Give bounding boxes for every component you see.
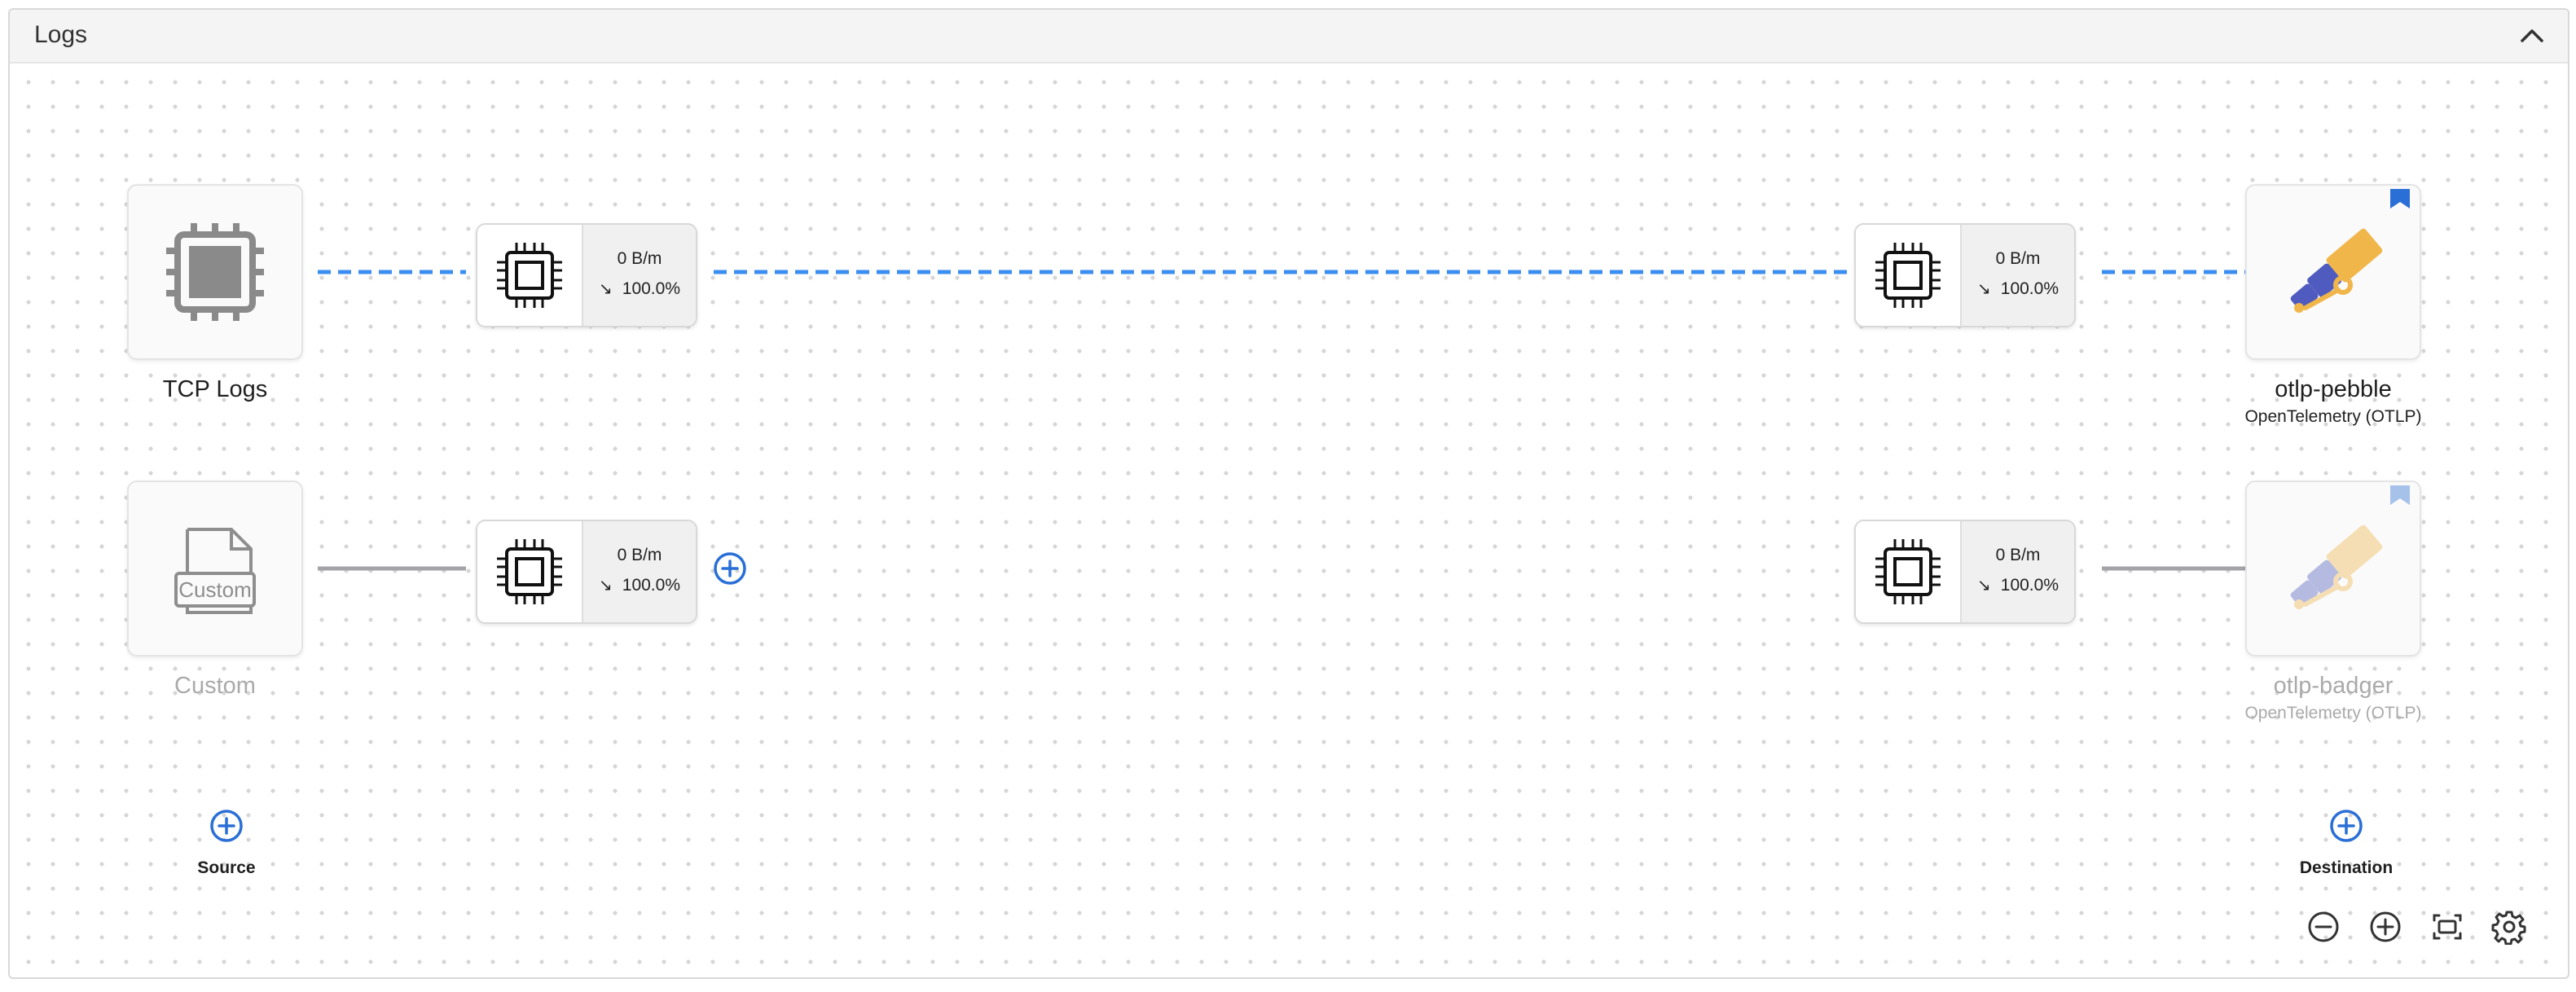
processor-rate: 0 B/m <box>1995 249 2041 268</box>
add-connection-button[interactable] <box>712 551 748 586</box>
processor-rate: 0 B/m <box>617 249 662 268</box>
processor-chip-icon <box>1875 243 1941 308</box>
custom-icon-text: Custom <box>178 577 252 602</box>
pipeline-canvas[interactable]: TCP Logs Custom Custom 0 B/m ↘ 100.0% 0 … <box>10 64 2568 977</box>
processor-chip-icon <box>497 539 562 604</box>
panel-header[interactable]: Logs <box>10 10 2568 64</box>
add-destination-button[interactable] <box>2328 808 2364 844</box>
fit-view-icon <box>2433 914 2462 940</box>
processor-icon-area <box>477 521 582 622</box>
settings-icon <box>2491 911 2526 946</box>
source-name: TCP Logs <box>162 376 268 402</box>
zoom-in-icon <box>2370 911 2401 942</box>
destination-type: OpenTelemetry (OTLP) <box>2244 704 2422 722</box>
processor-percent: 100.0% <box>622 279 680 298</box>
add-source-button[interactable] <box>209 808 244 844</box>
arrow-down-right-icon: ↘ <box>599 577 613 595</box>
telescope-icon <box>2290 189 2410 313</box>
zoom-out-button[interactable] <box>2306 909 2341 945</box>
arrow-down-right-icon: ↘ <box>1977 280 1991 298</box>
processor-percent: 100.0% <box>622 576 680 595</box>
destination-type: OpenTelemetry (OTLP) <box>2244 407 2422 426</box>
processor-percent: 100.0% <box>2000 576 2059 595</box>
logs-panel: Logs TCP Logs Custom Custom 0 B/m ↘ 100.… <box>8 8 2569 979</box>
processor-rate: 0 B/m <box>617 546 662 564</box>
processor-stats: 0 B/m ↘ 100.0% <box>1960 225 2074 326</box>
destination-node-otlp-badger[interactable] <box>2245 481 2421 656</box>
processor-node[interactable]: 0 B/m ↘ 100.0% <box>1854 223 2076 327</box>
plus-circle-icon <box>210 810 243 842</box>
source-node-tcp-logs[interactable] <box>127 184 303 360</box>
custom-file-icon: Custom <box>174 528 256 614</box>
add-destination-label[interactable]: Destination <box>2265 858 2428 878</box>
plus-circle-icon <box>714 552 746 585</box>
source-node-custom[interactable]: Custom <box>127 481 303 656</box>
processor-icon-area <box>477 225 582 326</box>
telescope-icon <box>2290 485 2410 609</box>
arrow-down-right-icon: ↘ <box>599 280 613 298</box>
zoom-out-icon <box>2308 911 2339 942</box>
destination-name: otlp-pebble <box>2275 376 2392 402</box>
chevron-up-icon <box>2521 29 2543 42</box>
arrow-down-right-icon: ↘ <box>1977 577 1991 595</box>
cpu-chip-icon <box>166 223 264 321</box>
processor-node[interactable]: 0 B/m ↘ 100.0% <box>476 520 697 624</box>
settings-button[interactable] <box>2491 909 2527 946</box>
collapse-button[interactable] <box>2516 20 2548 52</box>
bookmark-icon <box>2390 485 2410 505</box>
processor-chip-icon <box>497 243 562 308</box>
processor-node[interactable]: 0 B/m ↘ 100.0% <box>476 223 697 327</box>
processor-stats: 0 B/m ↘ 100.0% <box>582 521 696 622</box>
bookmark-icon <box>2390 189 2410 208</box>
processor-rate: 0 B/m <box>1995 546 2041 564</box>
panel-title: Logs <box>34 21 88 48</box>
source-name: Custom <box>174 673 256 699</box>
fit-view-button[interactable] <box>2429 909 2465 945</box>
processor-stats: 0 B/m ↘ 100.0% <box>1960 521 2074 622</box>
processor-icon-area <box>1856 225 1960 326</box>
processor-icon-area <box>1856 521 1960 622</box>
destination-node-otlp-pebble[interactable] <box>2245 184 2421 360</box>
add-source-label[interactable]: Source <box>145 858 308 878</box>
plus-circle-icon <box>2330 810 2363 842</box>
pipeline-edges <box>318 270 2250 571</box>
destination-name: otlp-badger <box>2273 673 2394 699</box>
processor-percent: 100.0% <box>2000 279 2059 298</box>
processor-chip-icon <box>1875 539 1941 604</box>
processor-stats: 0 B/m ↘ 100.0% <box>582 225 696 326</box>
processor-node[interactable]: 0 B/m ↘ 100.0% <box>1854 520 2076 624</box>
zoom-in-button[interactable] <box>2367 909 2403 945</box>
